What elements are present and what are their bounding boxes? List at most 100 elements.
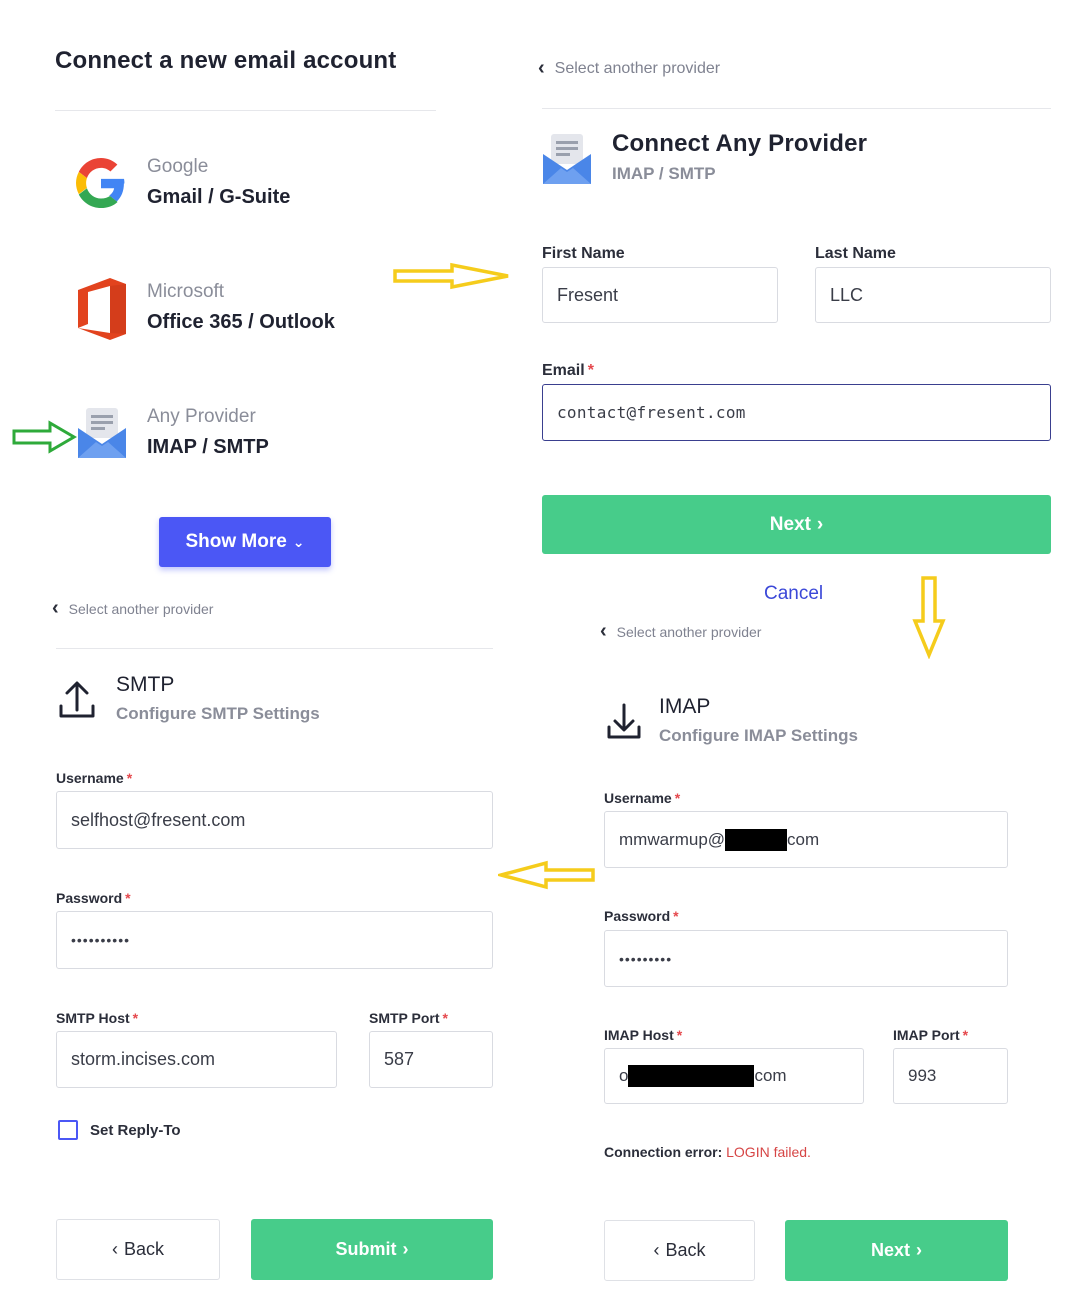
select-another-provider-link[interactable]: ‹ Select another provider (600, 620, 761, 643)
envelope-icon (76, 406, 128, 460)
back-link-label: Select another provider (68, 600, 214, 617)
required-marker: * (587, 362, 594, 379)
show-more-button[interactable]: Show More ⌄ (159, 517, 331, 567)
first-name-label: First Name (542, 245, 625, 262)
divider (56, 648, 493, 649)
required-marker: * (125, 890, 131, 906)
show-more-label: Show More (185, 531, 287, 552)
download-icon (606, 702, 642, 745)
back-button[interactable]: ‹ Back (56, 1219, 220, 1280)
select-another-provider-link[interactable]: ‹ Select another provider (52, 597, 213, 620)
chevron-left-icon: ‹ (600, 620, 607, 642)
username-prefix: mmwarmup@ (619, 829, 726, 849)
error-prefix: Connection error: (604, 1144, 723, 1160)
provider-google[interactable]: Google Gmail / G-Suite (70, 150, 400, 220)
last-name-field[interactable]: LLC (815, 267, 1051, 323)
chevron-left-icon: ‹ (52, 597, 59, 619)
username-field[interactable]: mmwarmup@ com (604, 811, 1008, 868)
chevron-left-icon: ‹ (653, 1240, 660, 1260)
redaction-bar (628, 1065, 755, 1087)
provider-category: Google (147, 156, 209, 177)
provider-subtitle: IMAP / SMTP (612, 164, 716, 183)
password-field[interactable]: •••••••••• (56, 911, 493, 969)
yellow-arrow-left-icon (498, 860, 595, 890)
username-suffix: com (787, 829, 820, 849)
password-label: Password * (56, 890, 131, 906)
chevron-left-icon: ‹ (111, 1239, 118, 1259)
google-icon (76, 158, 126, 208)
host-prefix: o (619, 1066, 629, 1085)
imap-port-label: IMAP Port * (893, 1027, 968, 1043)
password-field[interactable]: ••••••••• (604, 930, 1008, 987)
provider-microsoft[interactable]: Microsoft Office 365 / Outlook (70, 275, 400, 345)
smtp-port-label-text: SMTP Port (369, 1010, 440, 1026)
password-label-text: Password (56, 890, 123, 906)
email-field[interactable]: contact@fresent.com (542, 384, 1051, 441)
set-reply-to-checkbox[interactable]: Set Reply-To (58, 1120, 181, 1140)
provider-name: Office 365 / Outlook (147, 311, 335, 333)
provider-category: Microsoft (147, 281, 225, 302)
checkbox-box[interactable] (58, 1120, 78, 1140)
smtp-host-field[interactable]: storm.incises.com (56, 1031, 337, 1088)
smtp-host-label-text: SMTP Host (56, 1010, 130, 1026)
provider-title: Connect Any Provider (612, 130, 868, 157)
imap-host-field[interactable]: o com (604, 1048, 864, 1104)
required-marker: * (132, 1010, 139, 1026)
provider-any[interactable]: Any Provider IMAP / SMTP (70, 400, 400, 470)
divider (542, 108, 1051, 109)
required-marker: * (126, 770, 133, 786)
upload-icon (58, 680, 96, 725)
email-label: Email * (542, 362, 594, 380)
host-suffix: com (754, 1066, 787, 1085)
next-button[interactable]: Next › (542, 495, 1051, 554)
username-field[interactable]: selfhost@fresent.com (56, 791, 493, 849)
submit-button[interactable]: Submit › (251, 1219, 493, 1280)
smtp-subtitle: Configure SMTP Settings (116, 704, 320, 723)
provider-name: IMAP / SMTP (147, 436, 269, 458)
set-reply-to-label: Set Reply-To (90, 1121, 181, 1139)
required-marker: * (962, 1027, 969, 1043)
green-arrow-icon (12, 420, 77, 454)
next-button[interactable]: Next › (785, 1220, 1008, 1281)
username-label-text: Username (56, 770, 124, 786)
next-label: Next (870, 1240, 910, 1260)
chevron-left-icon: ‹ (538, 57, 545, 79)
email-label-text: Email (542, 362, 585, 379)
smtp-title: SMTP (116, 673, 175, 696)
required-marker: * (442, 1010, 448, 1026)
imap-host-label-text: IMAP Host (604, 1027, 674, 1043)
smtp-port-label: SMTP Port * (369, 1010, 448, 1026)
chevron-down-icon: ⌄ (292, 533, 305, 550)
submit-label: Submit (335, 1239, 397, 1259)
username-label-text: Username (604, 790, 672, 806)
select-another-provider-link[interactable]: ‹ Select another provider (538, 57, 720, 80)
required-marker: * (676, 1027, 683, 1043)
back-button[interactable]: ‹ Back (604, 1220, 755, 1281)
chevron-right-icon: › (916, 1240, 922, 1260)
imap-host-label: IMAP Host * (604, 1027, 682, 1043)
smtp-port-field[interactable]: 587 (369, 1031, 493, 1088)
username-label: Username * (604, 790, 680, 806)
back-label: Back (123, 1239, 165, 1259)
next-label: Next (769, 513, 811, 535)
back-link-label: Select another provider (554, 59, 721, 77)
chevron-right-icon: › (816, 513, 824, 535)
password-label-text: Password (604, 908, 671, 924)
imap-port-field[interactable]: 993 (893, 1048, 1008, 1104)
smtp-host-label: SMTP Host * (56, 1010, 138, 1026)
password-label: Password * (604, 908, 679, 924)
required-marker: * (673, 908, 679, 924)
connection-error: Connection error: LOGIN failed. (604, 1144, 811, 1160)
imap-port-label-text: IMAP Port (893, 1027, 960, 1043)
error-text: LOGIN failed. (726, 1144, 811, 1160)
divider (55, 110, 436, 111)
cancel-link[interactable]: Cancel (764, 583, 823, 605)
last-name-label: Last Name (815, 245, 896, 262)
back-label: Back (665, 1240, 706, 1260)
yellow-arrow-right-icon (393, 262, 509, 290)
chevron-right-icon: › (402, 1239, 409, 1259)
first-name-field[interactable]: Fresent (542, 267, 778, 323)
imap-subtitle: Configure IMAP Settings (659, 726, 858, 745)
page-title: Connect a new email account (55, 47, 397, 74)
provider-name: Gmail / G-Suite (147, 186, 291, 208)
